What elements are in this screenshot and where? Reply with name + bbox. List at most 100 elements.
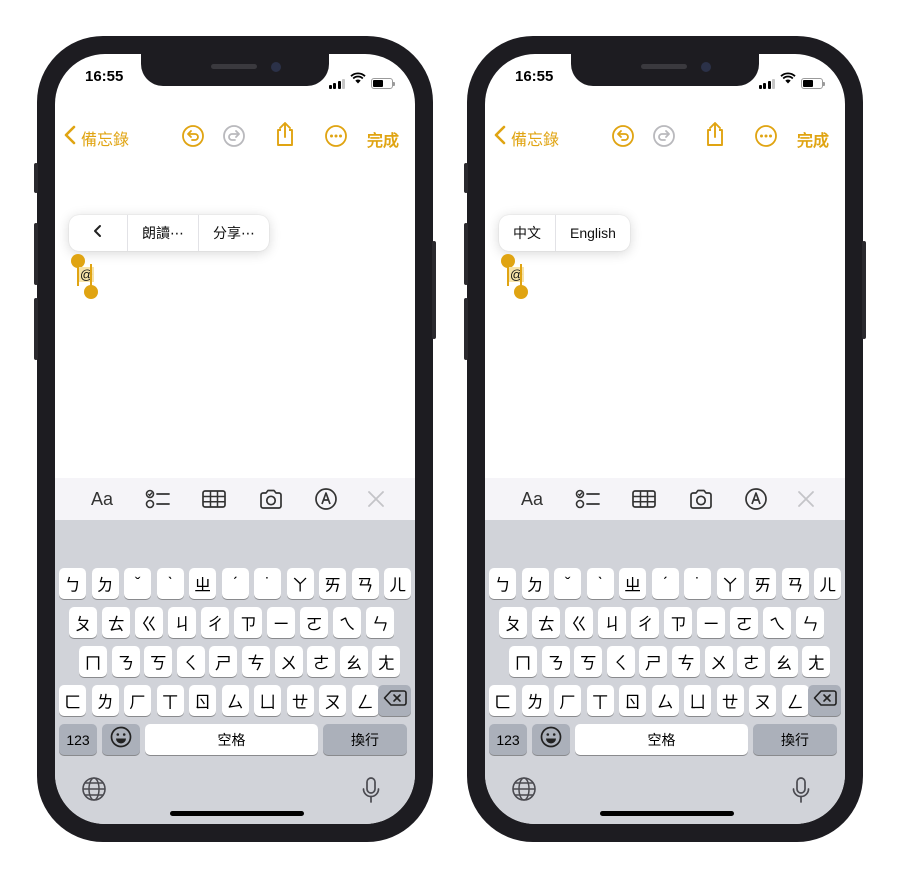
checklist-icon[interactable] xyxy=(145,487,171,511)
table-icon[interactable] xyxy=(631,487,657,511)
key[interactable]: ㄗ xyxy=(234,607,263,638)
more-icon[interactable] xyxy=(754,124,778,153)
key[interactable]: ㄡ xyxy=(749,685,777,716)
menu-item-chinese[interactable]: 中文 xyxy=(499,215,556,251)
key[interactable]: ㄑ xyxy=(606,646,635,677)
key[interactable]: ㄝ xyxy=(286,685,314,716)
menu-back-button[interactable] xyxy=(69,215,128,251)
key[interactable]: ˊ xyxy=(221,568,249,599)
undo-icon[interactable] xyxy=(611,124,635,153)
key[interactable]: ㄝ xyxy=(716,685,744,716)
space-key[interactable]: 空格 xyxy=(145,724,318,755)
key[interactable]: ㄕ xyxy=(639,646,668,677)
close-icon[interactable] xyxy=(793,487,819,511)
key[interactable]: ㄩ xyxy=(684,685,712,716)
key[interactable]: ㄇ xyxy=(509,646,537,677)
done-button[interactable]: 完成 xyxy=(797,127,829,151)
key[interactable]: ㄗ xyxy=(664,607,693,638)
key[interactable]: ㄩ xyxy=(254,685,282,716)
key[interactable]: ㄋ xyxy=(541,646,570,677)
redo-icon[interactable] xyxy=(222,124,246,153)
key[interactable]: ㄦ xyxy=(814,568,842,599)
key[interactable]: ㄟ xyxy=(763,607,792,638)
key[interactable]: ㄊ xyxy=(532,607,561,638)
selection-end-handle[interactable] xyxy=(84,285,98,299)
globe-icon[interactable] xyxy=(81,776,107,807)
key[interactable]: ˙ xyxy=(684,568,712,599)
key[interactable]: ㄠ xyxy=(769,646,798,677)
key[interactable]: ㄞ xyxy=(319,568,347,599)
key[interactable]: ㄋ xyxy=(111,646,140,677)
key[interactable]: ㄊ xyxy=(102,607,131,638)
key[interactable]: ˋ xyxy=(156,568,184,599)
undo-icon[interactable] xyxy=(181,124,205,153)
key[interactable]: ˇ xyxy=(554,568,582,599)
key[interactable]: ㄑ xyxy=(176,646,205,677)
key[interactable]: ˙ xyxy=(254,568,282,599)
key[interactable]: ㄍ xyxy=(135,607,164,638)
numbers-key[interactable]: 123 xyxy=(489,724,527,755)
globe-icon[interactable] xyxy=(511,776,537,807)
key[interactable]: ㄏ xyxy=(124,685,152,716)
emoji-key[interactable] xyxy=(532,724,570,755)
key[interactable]: ㄌ xyxy=(91,685,119,716)
key[interactable]: ㄞ xyxy=(749,568,777,599)
key[interactable]: ㄘ xyxy=(242,646,270,677)
markup-icon[interactable] xyxy=(313,487,339,511)
key[interactable]: ㄙ xyxy=(221,685,249,716)
text-format-button[interactable]: Aa xyxy=(89,487,115,511)
key[interactable]: ㄛ xyxy=(300,607,329,638)
key[interactable]: ㄢ xyxy=(351,568,379,599)
backspace-key[interactable] xyxy=(808,685,841,716)
key[interactable]: ㄕ xyxy=(209,646,238,677)
checklist-icon[interactable] xyxy=(575,487,601,511)
menu-item-share[interactable]: 分享⋯ xyxy=(199,215,269,251)
camera-icon[interactable] xyxy=(688,487,714,511)
camera-icon[interactable] xyxy=(258,487,284,511)
key[interactable]: ㄎ xyxy=(574,646,603,677)
key[interactable]: ㄙ xyxy=(651,685,679,716)
key[interactable]: ㄏ xyxy=(554,685,582,716)
key[interactable]: ㄣ xyxy=(796,607,825,638)
key[interactable]: ㄌ xyxy=(521,685,549,716)
key[interactable]: ㄜ xyxy=(307,646,336,677)
key[interactable]: ㄛ xyxy=(730,607,759,638)
key[interactable]: ˋ xyxy=(586,568,614,599)
key[interactable]: ㄧ xyxy=(697,607,726,638)
key[interactable]: ㄚ xyxy=(716,568,744,599)
back-button[interactable]: 備忘錄 xyxy=(63,125,129,150)
key[interactable]: ㄒ xyxy=(586,685,614,716)
key[interactable]: ㄎ xyxy=(144,646,173,677)
key[interactable]: ㄔ xyxy=(201,607,230,638)
key[interactable]: ㄦ xyxy=(384,568,412,599)
key[interactable]: ㄠ xyxy=(339,646,368,677)
key[interactable]: ㄖ xyxy=(619,685,647,716)
key[interactable]: ㄉ xyxy=(521,568,549,599)
emoji-key[interactable] xyxy=(102,724,140,755)
done-button[interactable]: 完成 xyxy=(367,127,399,151)
redo-icon[interactable] xyxy=(652,124,676,153)
key[interactable]: ㄣ xyxy=(366,607,395,638)
space-key[interactable]: 空格 xyxy=(575,724,748,755)
more-icon[interactable] xyxy=(324,124,348,153)
key[interactable]: ㄆ xyxy=(499,607,528,638)
key[interactable]: ㄚ xyxy=(286,568,314,599)
share-icon[interactable] xyxy=(704,121,726,152)
key[interactable]: ㄆ xyxy=(69,607,98,638)
key[interactable]: ㄍ xyxy=(565,607,594,638)
key[interactable]: ㄅ xyxy=(59,568,87,599)
selection-end-handle[interactable] xyxy=(514,285,528,299)
backspace-key[interactable] xyxy=(378,685,411,716)
key[interactable]: ㄉ xyxy=(91,568,119,599)
key[interactable]: ㄅ xyxy=(489,568,517,599)
key[interactable]: ㄟ xyxy=(333,607,362,638)
share-icon[interactable] xyxy=(274,121,296,152)
return-key[interactable]: 換行 xyxy=(323,724,407,755)
key[interactable]: ㄓ xyxy=(189,568,217,599)
key[interactable]: ㄥ xyxy=(781,685,809,716)
key[interactable]: ˊ xyxy=(651,568,679,599)
back-button[interactable]: 備忘錄 xyxy=(493,125,559,150)
key[interactable]: ㄈ xyxy=(489,685,517,716)
menu-item-english[interactable]: English xyxy=(556,215,630,251)
text-format-button[interactable]: Aa xyxy=(519,487,545,511)
